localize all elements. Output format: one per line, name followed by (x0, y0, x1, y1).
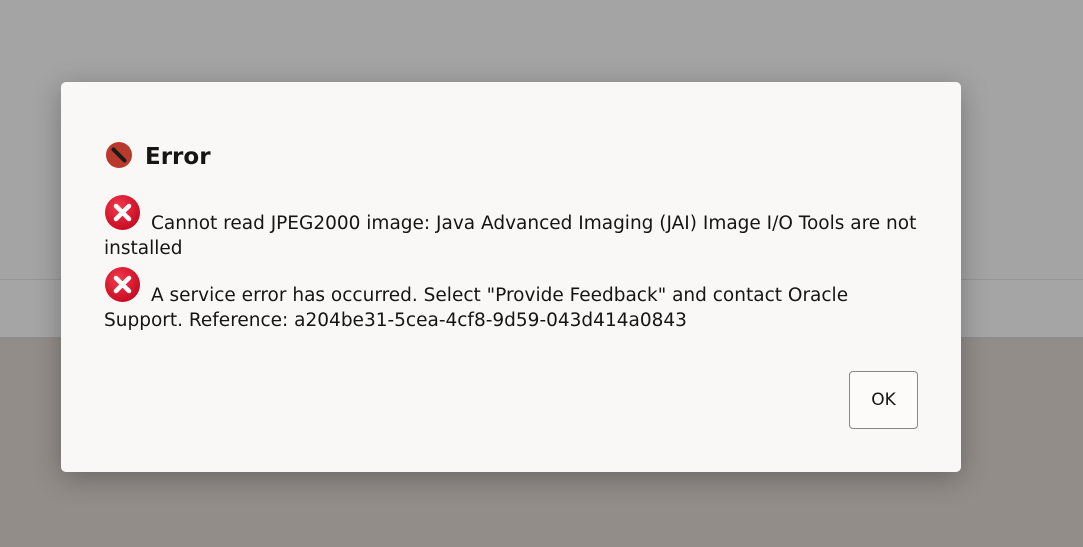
error-x-icon (104, 266, 141, 303)
error-message-text: A service error has occurred. Select "Pr… (104, 285, 849, 331)
dialog-title: Error (145, 144, 211, 170)
prohibited-icon (105, 141, 133, 169)
error-message: Cannot read JPEG2000 image: Java Advance… (104, 194, 924, 261)
message-list: Cannot read JPEG2000 image: Java Advance… (104, 194, 924, 333)
error-x-icon (104, 194, 141, 231)
ok-button[interactable]: OK (849, 371, 918, 429)
error-dialog: Error Cannot read JPEG2000 image: Java A… (61, 82, 961, 472)
dialog-header: Error (105, 140, 211, 170)
error-message: A service error has occurred. Select "Pr… (104, 266, 924, 333)
error-message-text: Cannot read JPEG2000 image: Java Advance… (104, 213, 917, 259)
